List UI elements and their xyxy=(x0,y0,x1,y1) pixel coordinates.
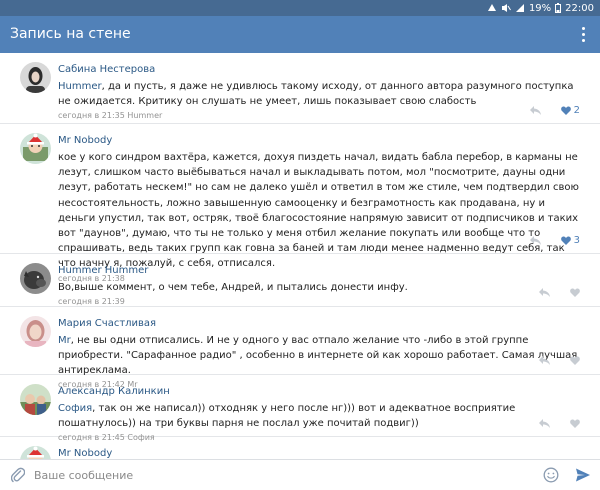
battery-icon xyxy=(555,3,562,13)
smiley-icon[interactable] xyxy=(543,467,559,487)
like-button[interactable] xyxy=(570,356,580,365)
silent-icon xyxy=(501,3,511,13)
heart-icon xyxy=(560,236,571,245)
status-bar: 19% 22:00 xyxy=(0,0,600,16)
reply-button[interactable] xyxy=(539,288,550,297)
heart-icon xyxy=(560,106,571,115)
heart-icon xyxy=(570,419,580,428)
like-count: 3 xyxy=(573,235,580,246)
like-count: 2 xyxy=(573,105,580,116)
comment-author[interactable]: Мария Счастливая xyxy=(58,317,580,331)
comment: Александр Калинкин София, так он же напи… xyxy=(0,375,600,442)
send-icon[interactable] xyxy=(575,467,591,487)
comment-text: София, так он же написал)) отходняк у не… xyxy=(58,403,516,429)
like-button[interactable]: 3 xyxy=(560,235,580,246)
like-button[interactable] xyxy=(570,288,580,297)
avatar[interactable] xyxy=(20,384,51,415)
comment: Mr Nobody кое у кого синдром вахтёра, ка… xyxy=(0,124,600,283)
avatar[interactable] xyxy=(20,446,51,459)
mention-link[interactable]: Hummer xyxy=(58,81,102,92)
comment-author[interactable]: Mr Nobody xyxy=(58,447,580,459)
message-input[interactable] xyxy=(34,466,524,484)
signal-icon xyxy=(515,3,525,13)
avatar[interactable] xyxy=(20,133,51,164)
reply-button[interactable] xyxy=(539,419,550,428)
comment-author[interactable]: Александр Калинкин xyxy=(58,385,580,399)
comment-text: Hummer, да и пусть, я даже не удивлюсь т… xyxy=(58,81,574,107)
more-vertical-icon[interactable] xyxy=(578,24,588,44)
app-bar: Запись на стене xyxy=(0,16,600,53)
heart-icon xyxy=(570,356,580,365)
reply-icon xyxy=(539,419,550,428)
like-button[interactable] xyxy=(570,419,580,428)
avatar[interactable] xyxy=(20,316,51,347)
reply-icon xyxy=(529,236,541,245)
page-title: Запись на стене xyxy=(10,26,131,42)
comment-meta: сегодня в 21:35 Hummer xyxy=(58,111,163,120)
comment-author[interactable]: Сабина Нестерова xyxy=(58,63,580,77)
comment-text: Mr, не вы одни отписались. И не у одного… xyxy=(58,335,578,376)
battery-percent: 19% xyxy=(528,2,552,14)
comment: Сабина Нестерова Hummer, да и пусть, я д… xyxy=(0,53,600,124)
reply-icon xyxy=(529,106,541,115)
comment: Mr Nobody xyxy=(0,437,600,459)
reply-icon xyxy=(539,288,550,297)
mention-link[interactable]: София xyxy=(58,403,92,414)
comment-list[interactable]: Сабина Нестерова Hummer, да и пусть, я д… xyxy=(0,53,600,459)
reply-icon xyxy=(539,356,550,365)
reply-button[interactable] xyxy=(529,236,541,245)
mention-link[interactable]: Mr xyxy=(58,335,71,346)
comment-author[interactable]: Hummer Hummer xyxy=(58,264,580,278)
comment-author[interactable]: Mr Nobody xyxy=(58,134,580,148)
reply-button[interactable] xyxy=(529,106,541,115)
message-composer xyxy=(0,459,600,490)
avatar[interactable] xyxy=(20,62,51,93)
avatar[interactable] xyxy=(20,263,51,294)
reply-button[interactable] xyxy=(539,356,550,365)
comment: Hummer Hummer Во,выше коммент, о чем теб… xyxy=(0,254,600,307)
notification-icon xyxy=(487,3,497,13)
comment: Мария Счастливая Mr, не вы одни отписали… xyxy=(0,307,600,389)
paperclip-icon[interactable] xyxy=(10,467,26,487)
heart-icon xyxy=(570,288,580,297)
clock: 22:00 xyxy=(565,2,594,14)
like-button[interactable]: 2 xyxy=(560,105,580,116)
comment-text: Во,выше коммент, о чем тебе, Андрей, и п… xyxy=(58,282,408,293)
